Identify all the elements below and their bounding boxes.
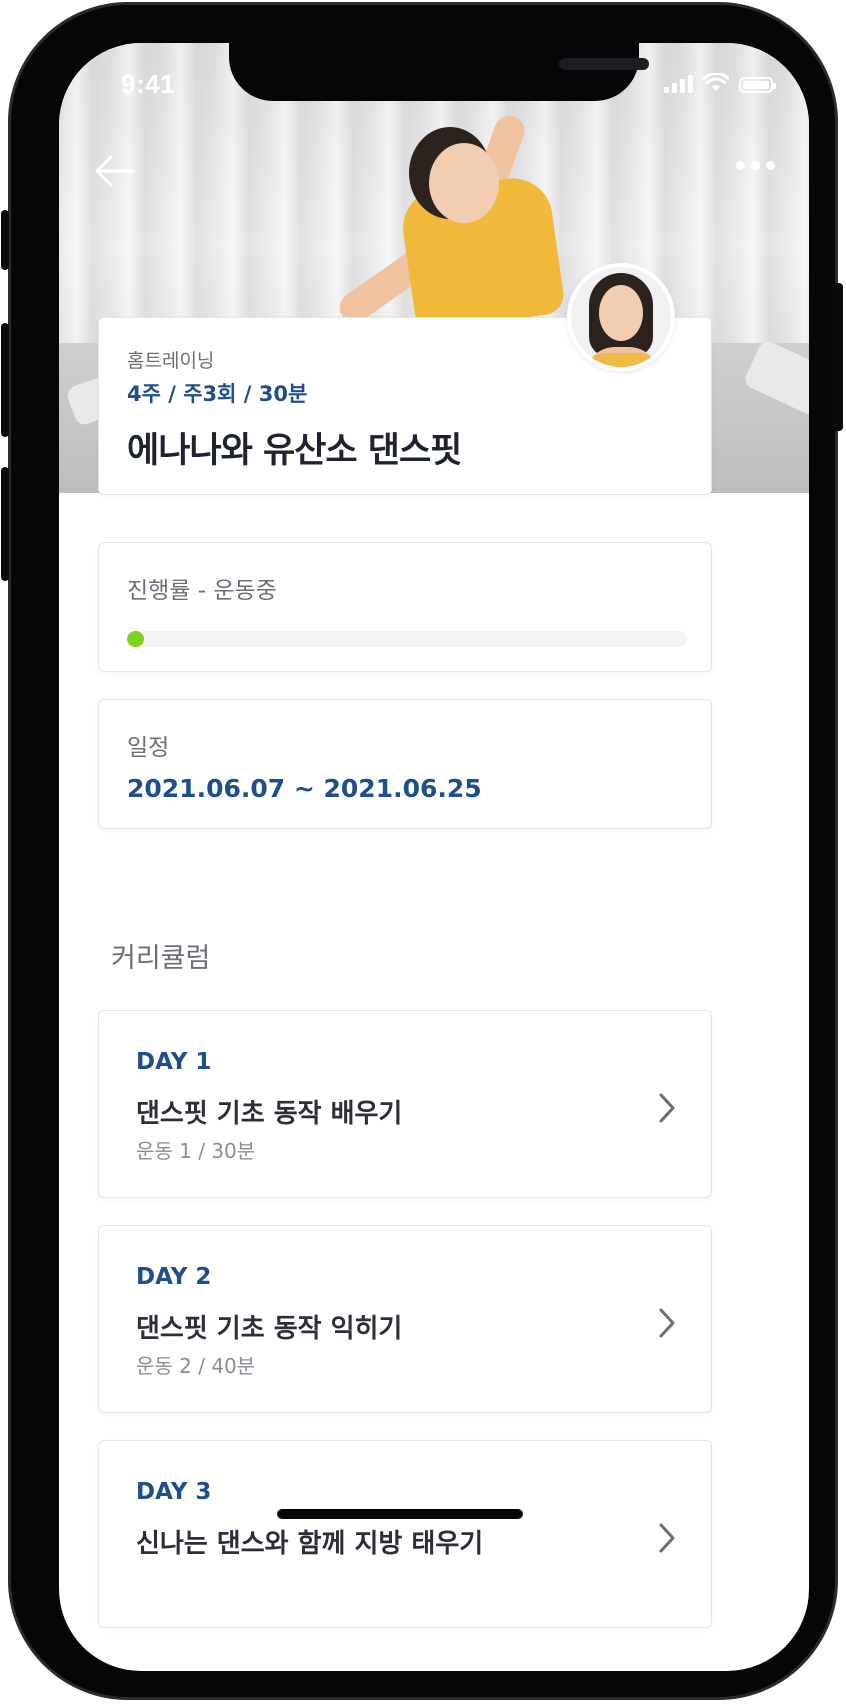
day-subtitle: 운동 2 / 40분 <box>136 1354 256 1378</box>
day-subtitle: 운동 1 / 30분 <box>136 1139 256 1163</box>
curriculum-day-card[interactable]: DAY 1 댄스핏 기초 동작 배우기 운동 1 / 30분 <box>98 1010 712 1198</box>
schedule-card: 일정 2021.06.07 ~ 2021.06.25 <box>98 699 712 829</box>
more-icon[interactable] <box>736 161 775 170</box>
program-category: 홈트레이닝 <box>127 350 215 372</box>
phone-frame: 9:41 홈트레이닝 4주 / 주3회 / 30분 에나나와 유산소 댄스핏 진… <box>1 2 843 1700</box>
home-indicator[interactable] <box>277 1509 523 1519</box>
day-title: 댄스핏 기초 동작 배우기 <box>136 1099 403 1129</box>
day-title: 댄스핏 기초 동작 익히기 <box>136 1314 403 1344</box>
curriculum-day-card[interactable]: DAY 2 댄스핏 기초 동작 익히기 운동 2 / 40분 <box>98 1225 712 1413</box>
curriculum-heading: 커리큘럼 <box>111 943 211 974</box>
power-button <box>833 283 843 431</box>
battery-icon <box>739 77 776 93</box>
volume-down-button <box>1 467 9 581</box>
mute-switch <box>1 210 9 270</box>
day-label: DAY 1 <box>136 1049 212 1075</box>
progress-card: 진행률 - 운동중 <box>98 542 712 672</box>
status-icons <box>664 73 776 93</box>
day-label: DAY 3 <box>136 1479 212 1505</box>
speaker <box>559 58 649 70</box>
status-time: 9:41 <box>121 69 176 99</box>
chevron-right-icon <box>659 1093 675 1123</box>
notch <box>229 43 649 101</box>
program-title: 에나나와 유산소 댄스핏 <box>127 431 462 471</box>
trainer-avatar[interactable] <box>567 263 675 371</box>
chevron-right-icon <box>659 1308 675 1338</box>
day-label: DAY 2 <box>136 1264 212 1290</box>
curriculum-day-card[interactable]: DAY 3 신나는 댄스와 함께 지방 태우기 <box>98 1440 712 1628</box>
program-schedule-tag: 4주 / 주3회 / 30분 <box>127 382 308 406</box>
back-arrow-icon[interactable] <box>93 151 137 191</box>
chevron-right-icon <box>659 1523 675 1553</box>
progress-label: 진행률 - 운동중 <box>127 578 277 604</box>
volume-up-button <box>1 323 9 437</box>
progress-bar <box>127 631 687 647</box>
hero-figure-head <box>429 143 499 223</box>
signal-icon <box>664 75 693 93</box>
progress-bar-fill <box>127 631 144 647</box>
screen: 9:41 홈트레이닝 4주 / 주3회 / 30분 에나나와 유산소 댄스핏 진… <box>59 43 809 1671</box>
schedule-dates: 2021.06.07 ~ 2021.06.25 <box>127 774 482 803</box>
wifi-icon <box>703 73 729 91</box>
day-title: 신나는 댄스와 함께 지방 태우기 <box>136 1529 484 1559</box>
schedule-label: 일정 <box>127 735 170 761</box>
